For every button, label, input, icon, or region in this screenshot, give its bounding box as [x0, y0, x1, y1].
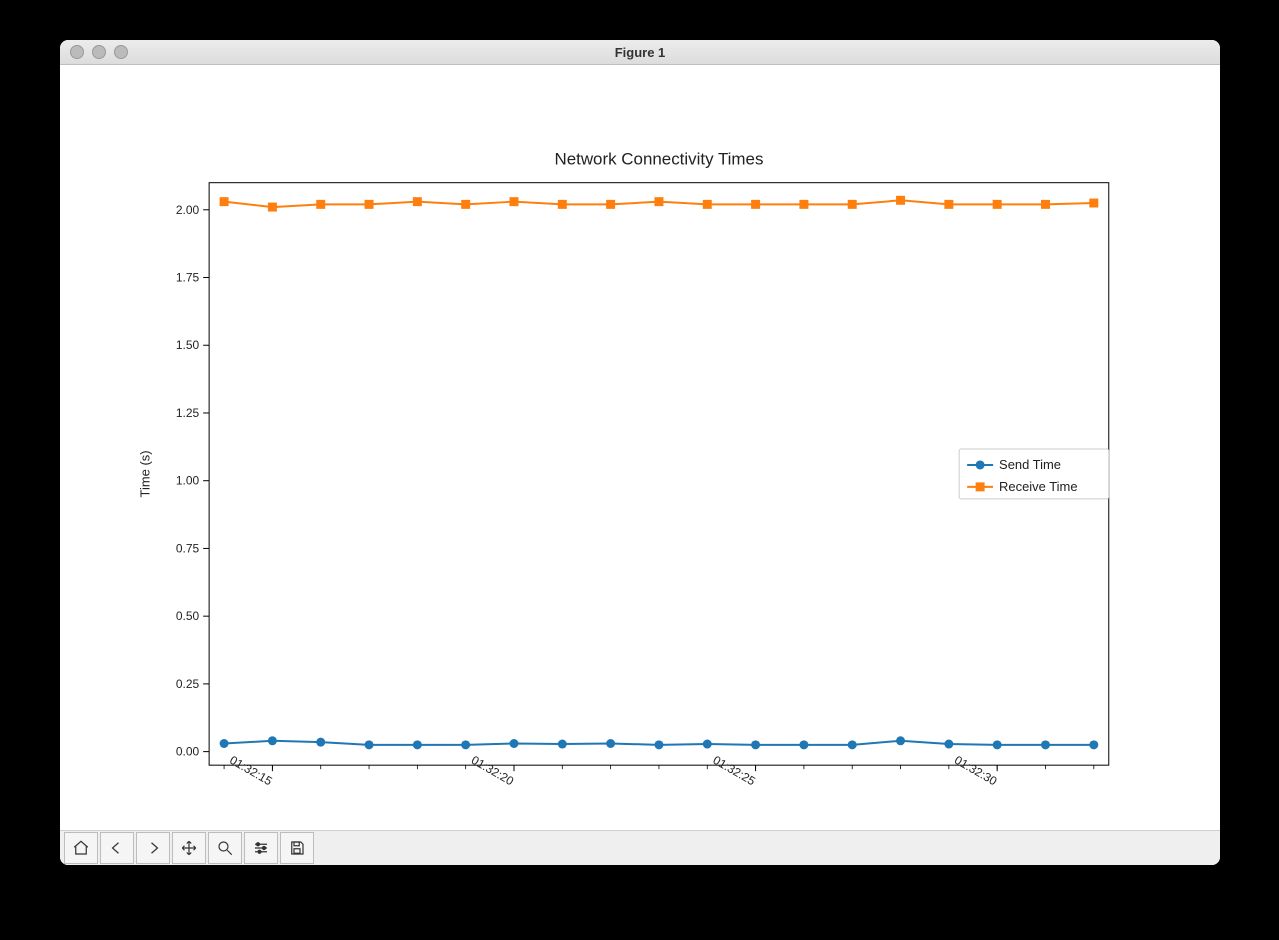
- arrow-left-icon: [108, 839, 126, 857]
- configure-button[interactable]: [244, 832, 278, 864]
- y-tick-label: 1.75: [176, 271, 200, 285]
- data-point: [606, 200, 615, 209]
- figure-window: Figure 1 Network Connectivity Times 0.00 0…: [60, 40, 1220, 865]
- legend-entry: Send Time: [999, 457, 1061, 472]
- matplotlib-toolbar: [60, 830, 1220, 865]
- y-tick-label: 1.25: [176, 406, 200, 420]
- data-point: [1041, 200, 1050, 209]
- y-tick-label: 0.50: [176, 609, 200, 623]
- data-point: [1089, 199, 1098, 208]
- data-point: [944, 740, 953, 749]
- data-point: [606, 739, 615, 748]
- data-point: [365, 200, 374, 209]
- data-point: [993, 200, 1002, 209]
- data-point: [703, 200, 712, 209]
- chart-svg: Network Connectivity Times 0.00 0.25 0.50 0.…: [60, 65, 1220, 830]
- data-point: [510, 197, 519, 206]
- data-point: [993, 740, 1002, 749]
- x-tick-label: 01:32:30: [952, 753, 1000, 789]
- y-tick-label: 0.75: [176, 541, 200, 555]
- data-point: [654, 197, 663, 206]
- data-point: [848, 740, 857, 749]
- data-point: [1089, 740, 1098, 749]
- data-point: [461, 740, 470, 749]
- data-point: [799, 740, 808, 749]
- home-icon: [72, 839, 90, 857]
- data-point: [558, 200, 567, 209]
- window-title: Figure 1: [60, 45, 1220, 60]
- data-point: [268, 203, 277, 212]
- configure-icon: [252, 839, 270, 857]
- data-point: [751, 740, 760, 749]
- minimize-icon[interactable]: [92, 45, 106, 59]
- data-point: [413, 740, 422, 749]
- titlebar[interactable]: Figure 1: [60, 40, 1220, 65]
- legend-entry: Receive Time: [999, 479, 1077, 494]
- pan-icon: [180, 839, 198, 857]
- save-icon: [288, 839, 306, 857]
- data-point: [365, 740, 374, 749]
- data-point: [944, 200, 953, 209]
- y-tick-label: 1.00: [176, 474, 200, 488]
- x-tick-label: 01:32:15: [227, 753, 275, 789]
- data-point: [1041, 740, 1050, 749]
- arrow-right-icon: [144, 839, 162, 857]
- zoom-icon: [216, 839, 234, 857]
- data-point: [268, 736, 277, 745]
- save-button[interactable]: [280, 832, 314, 864]
- y-tick-label: 1.50: [176, 338, 200, 352]
- data-point: [799, 200, 808, 209]
- home-button[interactable]: [64, 832, 98, 864]
- data-point: [413, 197, 422, 206]
- data-point: [751, 200, 760, 209]
- data-point: [558, 740, 567, 749]
- data-point: [896, 196, 905, 205]
- pan-button[interactable]: [172, 832, 206, 864]
- data-point: [654, 740, 663, 749]
- data-point: [316, 200, 325, 209]
- data-point: [703, 740, 712, 749]
- data-point: [896, 736, 905, 745]
- window-controls: [70, 45, 128, 59]
- data-point: [220, 197, 229, 206]
- data-point: [220, 739, 229, 748]
- data-point: [848, 200, 857, 209]
- data-point: [510, 739, 519, 748]
- forward-button[interactable]: [136, 832, 170, 864]
- back-button[interactable]: [100, 832, 134, 864]
- close-icon[interactable]: [70, 45, 84, 59]
- data-point: [461, 200, 470, 209]
- zoom-button[interactable]: [208, 832, 242, 864]
- x-tick-label: 01:32:25: [710, 753, 758, 789]
- x-tick-label: 01:32:20: [469, 753, 517, 789]
- data-point: [316, 738, 325, 747]
- y-axis-label: Time (s): [137, 450, 152, 497]
- chart-title: Network Connectivity Times: [554, 150, 763, 169]
- zoom-window-icon[interactable]: [114, 45, 128, 59]
- y-tick-label: 2.00: [176, 203, 200, 217]
- y-tick-label: 0.25: [176, 677, 200, 691]
- y-tick-label: 0.00: [176, 745, 200, 759]
- plot-area[interactable]: Network Connectivity Times 0.00 0.25 0.50 0.…: [60, 65, 1220, 830]
